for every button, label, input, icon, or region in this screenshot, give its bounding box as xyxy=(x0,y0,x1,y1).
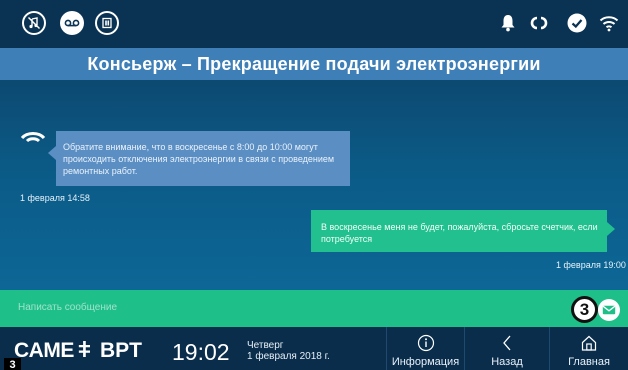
back-label: Назад xyxy=(491,356,523,368)
chevron-left-icon xyxy=(501,333,513,353)
screen: Консьерж – Прекращение подачи электроэне… xyxy=(0,0,628,370)
date: 1 февраля 2018 г. xyxy=(247,351,330,362)
clock-time: 19:02 xyxy=(172,339,230,365)
info-label: Информация xyxy=(391,356,460,368)
wifi-icon xyxy=(598,12,620,34)
status-bar xyxy=(0,0,628,48)
page-title: Консьерж – Прекращение подачи электроэне… xyxy=(0,48,628,80)
envelope-icon xyxy=(602,305,616,315)
home-label: Главная xyxy=(568,356,610,368)
brand-logo: CAME xyxy=(14,339,74,362)
incoming-message: Обратите внимание, что в воскресенье с 8… xyxy=(56,131,350,186)
incoming-bubble-tail xyxy=(48,146,56,160)
home-button[interactable]: Главная xyxy=(549,327,628,370)
back-button[interactable]: Назад xyxy=(464,327,549,370)
message-composer[interactable]: Написать сообщение xyxy=(0,290,628,327)
brand-glyph-icon: ǂ xyxy=(78,337,91,362)
outgoing-message: В воскресенье меня не будет, пожалуйста,… xyxy=(311,210,607,252)
clock-date: Четверг 1 февраля 2018 г. xyxy=(247,340,330,362)
home-icon xyxy=(580,333,598,353)
concierge-signal-icon xyxy=(20,128,46,144)
corner-badge: 3 xyxy=(4,358,21,370)
bell-icon xyxy=(497,12,519,34)
outgoing-timestamp: 1 февраля 19:00 xyxy=(556,260,626,270)
checkmark-icon xyxy=(566,12,588,34)
info-icon xyxy=(417,333,435,353)
message-input[interactable]: Написать сообщение xyxy=(18,302,117,313)
send-button[interactable] xyxy=(598,299,620,321)
answering-machine-icon[interactable] xyxy=(60,11,84,35)
callout-marker: 3 xyxy=(571,296,598,323)
mute-ringtone-icon[interactable] xyxy=(22,11,46,35)
incoming-timestamp: 1 февраля 14:58 xyxy=(20,193,90,203)
info-button[interactable]: Информация xyxy=(386,327,464,370)
outgoing-bubble-tail xyxy=(607,222,615,236)
sync-icon xyxy=(528,12,550,34)
brand-suffix: BPT xyxy=(100,339,142,362)
weekday: Четверг xyxy=(247,340,284,351)
door-open-icon[interactable] xyxy=(95,11,119,35)
